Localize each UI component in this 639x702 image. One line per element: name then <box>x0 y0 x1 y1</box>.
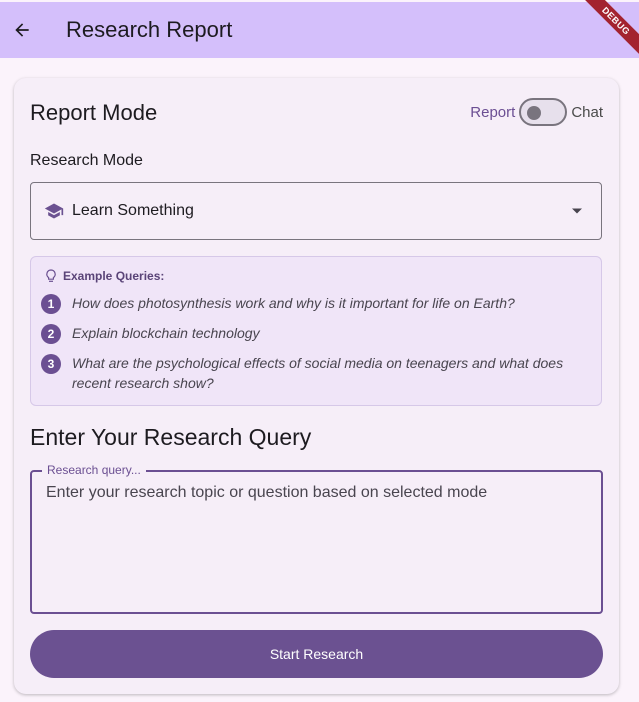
mode-switch[interactable] <box>519 98 568 126</box>
example-query-text: What are the psychological effects of so… <box>72 355 564 391</box>
dropdown-selected-value: Learn Something <box>72 202 194 219</box>
query-section-title: Enter Your Research Query <box>30 424 312 450</box>
toggle-chat-label: Chat <box>571 103 603 121</box>
example-query-item[interactable]: 2 Explain blockchain technology <box>41 323 591 344</box>
mode-title: Report Mode <box>30 100 158 125</box>
research-mode-label: Research Mode <box>30 152 143 169</box>
example-query-item[interactable]: 3 What are the psychological effects of … <box>41 353 591 393</box>
example-number-badge: 2 <box>41 324 61 344</box>
back-button[interactable] <box>0 8 44 52</box>
research-mode-dropdown[interactable]: Learn Something <box>30 182 602 240</box>
query-field-label: Research query... <box>42 463 146 477</box>
example-queries-header: Example Queries: <box>45 269 164 283</box>
example-number-badge: 3 <box>41 354 61 374</box>
arrow-back-icon <box>15 23 29 37</box>
start-research-button[interactable]: Start Research <box>30 630 603 678</box>
report-card: Report Mode Report Chat Research Mode Le… <box>14 78 619 694</box>
page-title: Research Report <box>66 17 233 42</box>
example-queries-panel: Example Queries: 1 How does photosynthes… <box>30 256 602 406</box>
app-bar: Research Report <box>0 2 639 58</box>
example-queries-heading: Example Queries: <box>63 269 165 283</box>
school-icon <box>44 201 64 221</box>
mode-toggle-group: Report Chat <box>470 98 603 126</box>
research-query-input[interactable] <box>46 484 586 594</box>
lightbulb-icon <box>46 269 56 282</box>
example-query-text: How does photosynthesis work and why is … <box>72 295 515 311</box>
example-number-badge: 1 <box>41 294 61 314</box>
example-query-text: Explain blockchain technology <box>72 325 260 341</box>
switch-knob <box>527 106 542 120</box>
toggle-report-label: Report <box>470 103 516 121</box>
dropdown-arrow-icon <box>571 202 583 220</box>
example-query-item[interactable]: 1 How does photosynthesis work and why i… <box>41 293 591 314</box>
research-query-field: Research query... <box>30 463 603 614</box>
